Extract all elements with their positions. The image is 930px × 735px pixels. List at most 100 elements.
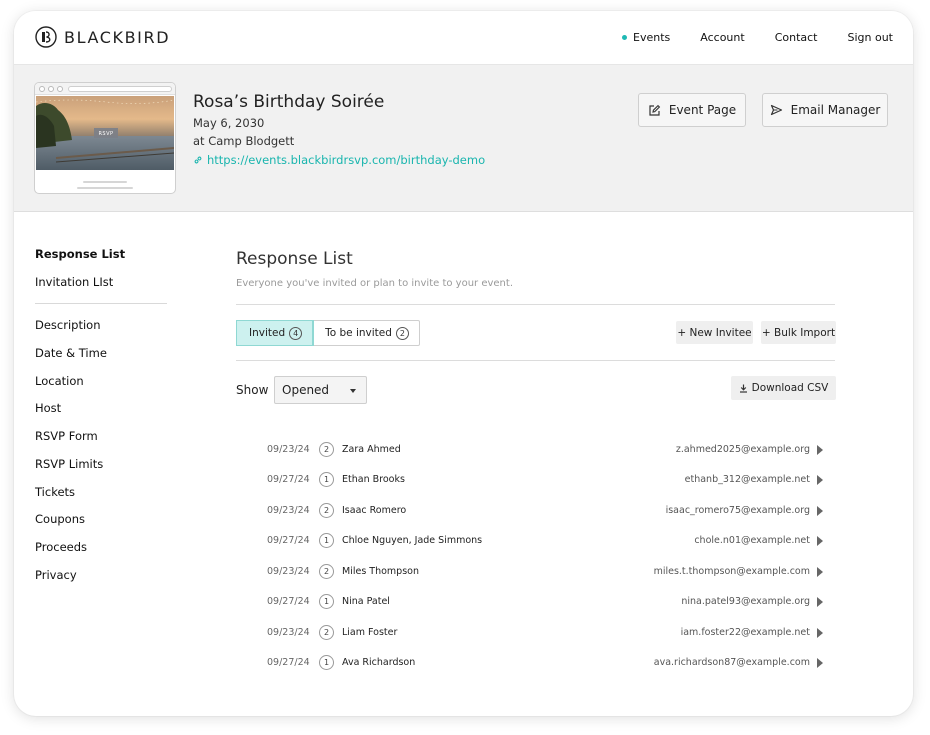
expand-arrow-icon[interactable] (817, 628, 823, 638)
sidebar-item-response-list[interactable]: Response List (35, 247, 125, 261)
expand-arrow-icon[interactable] (817, 445, 823, 455)
bulk-import-button[interactable]: + Bulk Import (761, 321, 836, 344)
email-manager-label: Email Manager (790, 103, 881, 117)
thumbnail-text-line (77, 187, 133, 189)
table-row[interactable]: 09/27/24 1 Chloe Nguyen, Jade Simmons ch… (236, 531, 835, 551)
download-csv-button[interactable]: Download CSV (731, 376, 836, 400)
guest-count-badge: 2 (319, 625, 334, 640)
tab-invited[interactable]: Invited 4 (235, 320, 315, 346)
app-card: BLACKBIRD Events Account Contact Sign ou… (14, 11, 913, 716)
thumbnail-rsvp-badge: RSVP (98, 131, 114, 137)
sidebar-item-tickets[interactable]: Tickets (35, 485, 75, 499)
thumbnail-url-bar (68, 86, 172, 92)
download-icon (739, 384, 747, 393)
active-dot-icon (622, 35, 628, 40)
event-url-link[interactable]: https://events.blackbirdrsvp.com/birthda… (193, 153, 485, 167)
expand-arrow-icon[interactable] (817, 506, 823, 516)
nav-account[interactable]: Account (700, 31, 744, 44)
response-date: 09/27/24 (267, 474, 310, 485)
section-divider (236, 360, 835, 361)
event-date: May 6, 2030 (193, 116, 265, 130)
event-page-button[interactable]: Event Page (638, 93, 746, 127)
event-page-label: Event Page (668, 103, 737, 117)
guest-count-badge: 2 (319, 564, 334, 579)
nav-sign-out[interactable]: Sign out (847, 31, 893, 44)
response-name: Liam Foster (342, 627, 398, 638)
sidebar-item-invitation-list[interactable]: Invitation LIst (35, 275, 113, 289)
expand-arrow-icon[interactable] (817, 658, 823, 668)
download-csv-label: Download CSV (751, 382, 829, 394)
sidebar-item-description[interactable]: Description (35, 318, 101, 332)
response-email: z.ahmed2025@example.org (675, 444, 810, 455)
response-date: 09/27/24 (267, 596, 310, 607)
event-page-thumbnail[interactable]: RSVP (34, 82, 176, 194)
main-nav: Events Account Contact Sign out (592, 31, 893, 44)
event-title: Rosa’s Birthday Soirée (193, 92, 385, 112)
show-filter-select[interactable]: Opened (274, 376, 367, 404)
guest-count-badge: 1 (319, 533, 334, 548)
sidebar-item-host[interactable]: Host (35, 401, 61, 415)
nav-events[interactable]: Events (622, 31, 670, 44)
response-name: Isaac Romero (342, 505, 407, 516)
guest-count-badge: 2 (319, 503, 334, 518)
sidebar-item-rsvp-limits[interactable]: RSVP Limits (35, 457, 103, 471)
sidebar-item-date-time[interactable]: Date & Time (35, 346, 107, 360)
expand-arrow-icon[interactable] (817, 567, 823, 577)
event-header: RSVP Rosa’s Birthday Soirée May 6, 2030 … (14, 65, 913, 212)
expand-arrow-icon[interactable] (817, 475, 823, 485)
guest-count-badge: 2 (319, 442, 334, 457)
expand-arrow-icon[interactable] (817, 597, 823, 607)
sidebar-item-location[interactable]: Location (35, 374, 84, 388)
link-icon (194, 156, 202, 164)
response-name: Ava Richardson (342, 657, 416, 668)
response-name: Ethan Brooks (342, 474, 405, 485)
response-date: 09/27/24 (267, 657, 310, 668)
brand-logo[interactable]: BLACKBIRD (35, 26, 170, 48)
thumbnail-text-line (83, 181, 127, 183)
email-manager-button[interactable]: Email Manager (762, 93, 888, 127)
blackbird-logo-icon (35, 26, 57, 48)
response-name: Chloe Nguyen, Jade Simmons (342, 535, 483, 546)
guest-count-badge: 1 (319, 594, 334, 609)
expand-arrow-icon[interactable] (817, 536, 823, 546)
table-row[interactable]: 09/23/24 2 Miles Thompson miles.t.thomps… (236, 562, 835, 582)
response-date: 09/23/24 (267, 505, 310, 516)
sidebar-item-proceeds[interactable]: Proceeds (35, 540, 87, 554)
response-date: 09/23/24 (267, 444, 310, 455)
top-nav-bar: BLACKBIRD Events Account Contact Sign ou… (14, 11, 913, 65)
tab-to-be-invited-label: To be invited (325, 327, 392, 339)
section-divider (236, 304, 835, 305)
nav-contact[interactable]: Contact (775, 31, 818, 44)
send-icon (770, 104, 782, 116)
table-row[interactable]: 09/23/24 2 Zara Ahmed z.ahmed2025@exampl… (236, 440, 835, 460)
table-row[interactable]: 09/27/24 1 Ethan Brooks ethanb_312@examp… (236, 470, 835, 490)
table-row[interactable]: 09/27/24 1 Nina Patel nina.patel93@examp… (236, 592, 835, 612)
response-email: ethanb_312@example.net (684, 474, 810, 485)
response-date: 09/23/24 (267, 566, 310, 577)
event-venue: at Camp Blodgett (193, 134, 295, 148)
invite-tabs: Invited 4 To be invited 2 (235, 320, 420, 346)
table-row[interactable]: 09/27/24 1 Ava Richardson ava.richardson… (236, 653, 835, 673)
show-filter-value: Opened (282, 383, 330, 397)
tab-invited-label: Invited (249, 327, 286, 339)
table-row[interactable]: 09/23/24 2 Isaac Romero isaac_romero75@e… (236, 501, 835, 521)
response-email: nina.patel93@example.org (681, 596, 810, 607)
show-filter-label: Show (236, 383, 269, 397)
brand-name: BLACKBIRD (64, 27, 171, 47)
response-name: Nina Patel (342, 596, 390, 607)
event-url-text: https://events.blackbirdrsvp.com/birthda… (207, 153, 486, 167)
guest-count-badge: 1 (319, 655, 334, 670)
response-email: iam.foster22@example.net (680, 627, 810, 638)
response-email: chole.n01@example.net (694, 535, 810, 546)
tab-to-be-invited[interactable]: To be invited 2 (313, 321, 419, 345)
new-invitee-button[interactable]: + New Invitee (676, 321, 753, 344)
sidebar-item-coupons[interactable]: Coupons (35, 512, 85, 526)
sidebar-divider (35, 303, 167, 304)
sidebar-item-privacy[interactable]: Privacy (35, 568, 77, 582)
thumbnail-browser-bar (35, 83, 175, 95)
sidebar-item-rsvp-form[interactable]: RSVP Form (35, 429, 98, 443)
table-row[interactable]: 09/23/24 2 Liam Foster iam.foster22@exam… (236, 623, 835, 643)
caret-down-icon (350, 389, 356, 393)
edit-icon (649, 104, 661, 116)
guest-count-badge: 1 (319, 472, 334, 487)
